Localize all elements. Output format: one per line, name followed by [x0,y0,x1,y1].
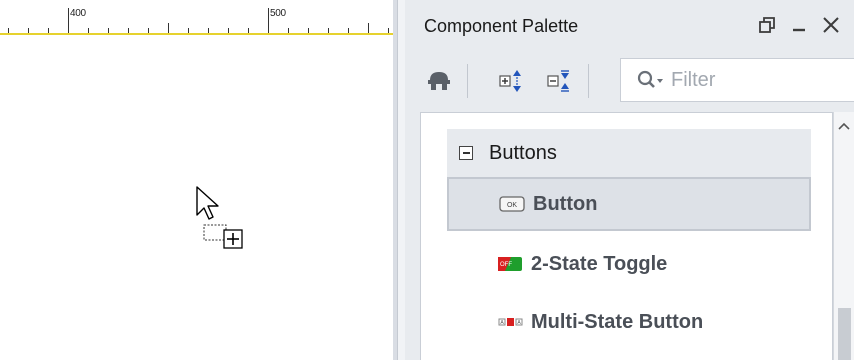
item-label: 2-State Toggle [531,252,668,275]
restore-button[interactable] [754,12,780,38]
panel-splitter[interactable] [397,0,405,360]
palette-toolbar [410,56,854,108]
minimize-icon [793,28,805,32]
palette-title-bar[interactable]: Component Palette [410,0,854,56]
toolbar-separator [467,64,468,98]
toggle-icon: OFF [497,256,523,272]
close-icon [823,17,839,33]
component-tree[interactable]: Buttons OK Button OFF 2-State Toggle A A… [420,112,833,360]
filter-input[interactable] [671,68,841,92]
list-item-multi-state-button[interactable]: A A Multi-State Button [447,295,811,349]
horizontal-ruler: 400 500 [0,0,393,36]
palette-title: Component Palette [424,16,579,36]
component-palette-panel: Component Palette Filter Buttons OK Butt… [405,0,854,360]
builder-icon [428,72,450,90]
restore-icon [759,17,775,33]
design-canvas[interactable]: 400 500 [0,0,397,360]
toolbar-separator [588,64,589,98]
ruler-baseline [0,33,393,35]
ruler-label-500: 500 [270,8,286,19]
scrollbar-thumb[interactable] [838,308,851,360]
collapse-icon[interactable] [459,146,473,160]
ruler-ticks [8,8,389,33]
group-label: Buttons [489,141,557,164]
svg-text:OFF: OFF [500,262,512,268]
item-label: Button [533,192,598,215]
minimize-button[interactable] [786,12,812,38]
builder-button[interactable] [422,64,456,98]
vertical-scrollbar[interactable] [833,112,854,360]
button-icon: OK [499,196,525,212]
expand-all-icon [499,70,521,92]
ruler-label-400: 400 [70,8,86,19]
collapse-all-icon [547,70,569,92]
search-icon[interactable] [635,68,667,92]
group-header-buttons[interactable]: Buttons [447,129,811,177]
list-item-2-state-toggle[interactable]: OFF 2-State Toggle [447,237,811,291]
collapse-all-button[interactable] [542,64,576,98]
scroll-up-icon[interactable] [834,118,854,134]
list-item-button[interactable]: OK Button [447,177,811,231]
svg-text:OK: OK [507,202,517,209]
multistate-button-icon: A A [497,314,523,330]
filter-field[interactable] [620,58,854,102]
item-label: Multi-State Button [531,310,704,333]
expand-all-button[interactable] [494,64,528,98]
drag-copy-cursor-icon [194,185,254,255]
close-button[interactable] [818,12,844,38]
